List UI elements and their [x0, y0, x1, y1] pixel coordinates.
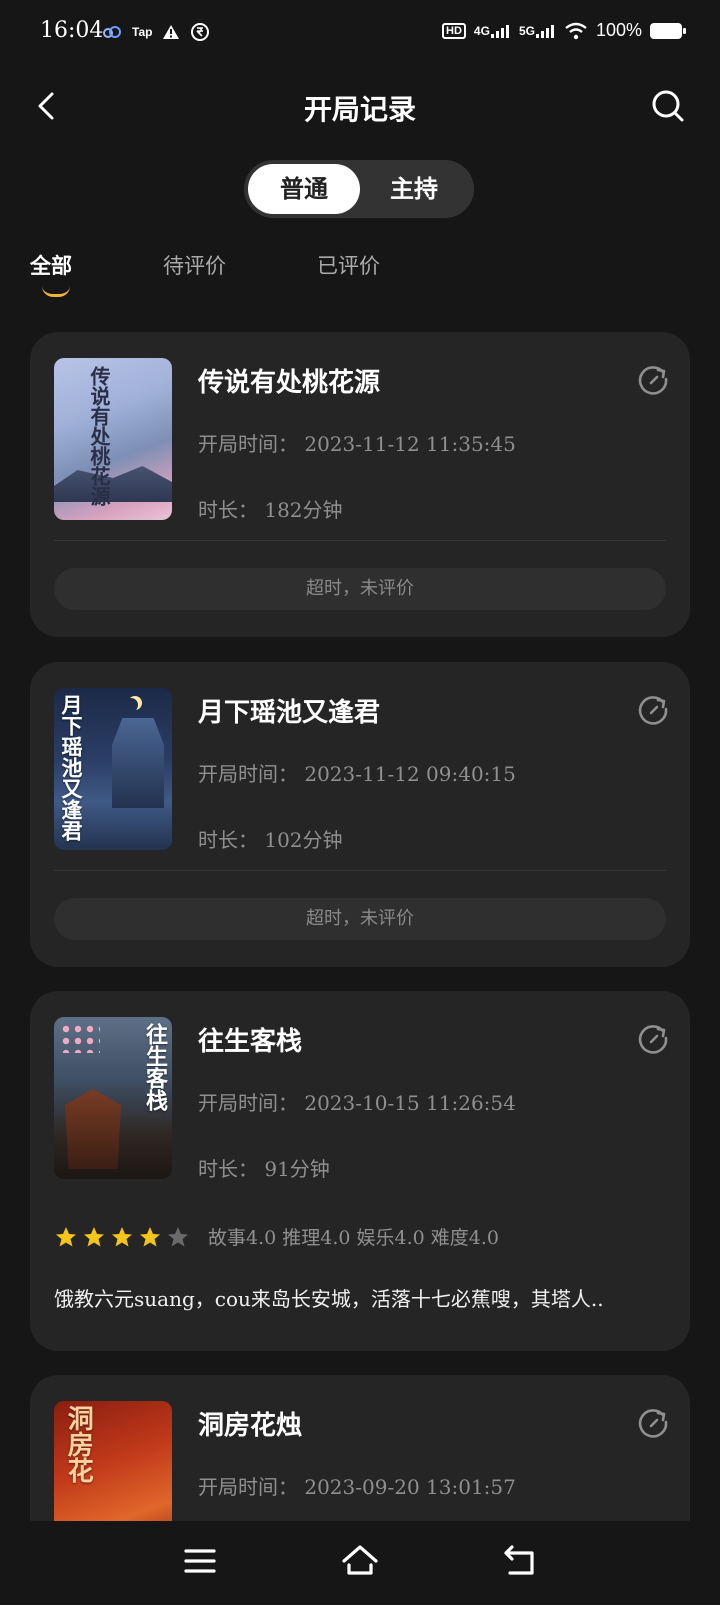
divider	[54, 870, 666, 871]
start-time-value: 2023-11-12 11:35:45	[304, 432, 516, 456]
start-time-row: 开局时间： 2023-11-12 11:35:45	[198, 428, 516, 457]
status-bar: 16:04 Tap HD 4G 5G 100%	[0, 0, 720, 64]
start-time-row: 开局时间： 2023-10-15 11:26:54	[198, 1087, 516, 1116]
replay-icon[interactable]	[636, 692, 670, 726]
cover-image: 往生客栈	[54, 1017, 172, 1179]
replay-icon[interactable]	[636, 1405, 670, 1439]
cover-image: 传说有处桃花源	[54, 358, 172, 520]
back-icon[interactable]	[500, 1541, 540, 1581]
start-time-value: 2023-11-12 09:40:15	[304, 762, 516, 786]
record-title: 月下瑶池又逢君	[198, 698, 381, 728]
filter-tabs: 全部 待评价 已评价	[0, 250, 720, 300]
start-time-row: 开局时间： 2023-09-20 13:01:57	[198, 1471, 516, 1500]
start-time-label: 开局时间：	[198, 1475, 298, 1499]
duration-value: 91分钟	[264, 1157, 330, 1181]
start-time-value: 2023-10-15 11:26:54	[304, 1091, 516, 1115]
tab-reviewed[interactable]: 已评价	[317, 250, 380, 280]
star-filled-icon	[112, 1226, 132, 1246]
star-filled-icon	[56, 1226, 76, 1246]
tap-icon: Tap	[132, 25, 153, 39]
status-right-icons: HD 4G 5G 100%	[442, 20, 686, 41]
cloud-icon	[102, 25, 122, 39]
replay-icon[interactable]	[636, 1021, 670, 1055]
divider	[54, 540, 666, 541]
cover-title: 往生客栈	[142, 1023, 168, 1111]
replay-icon[interactable]	[636, 362, 670, 396]
search-icon[interactable]	[648, 86, 688, 126]
rating-scores: 故事4.0 推理4.0 娱乐4.0 难度4.0	[208, 1227, 499, 1249]
record-card[interactable]: 月下瑶池又逢君 月下瑶池又逢君 开局时间： 2023-11-12 09:40:1…	[30, 662, 690, 967]
start-time-label: 开局时间：	[198, 1091, 298, 1115]
home-icon[interactable]	[340, 1541, 380, 1581]
cover-title: 洞房花	[63, 1405, 94, 1483]
record-title: 传说有处桃花源	[198, 368, 381, 398]
record-title: 往生客栈	[198, 1027, 303, 1057]
cover-image: 月下瑶池又逢君	[54, 688, 172, 850]
record-card[interactable]: 传说有处桃花源 传说有处桃花源 开局时间： 2023-11-12 11:35:4…	[30, 332, 690, 637]
status-badge: 超时，未评价	[54, 568, 666, 610]
star-empty-icon	[168, 1226, 188, 1246]
battery-percent: 100%	[595, 20, 642, 40]
record-title: 洞房花烛	[198, 1411, 303, 1441]
tab-pending-review[interactable]: 待评价	[163, 250, 226, 280]
tab-all-label: 全部	[30, 253, 72, 278]
wifi-icon	[564, 22, 588, 40]
battery-icon	[650, 22, 686, 39]
signal-4g-icon: 4G	[474, 24, 511, 38]
duration-row: 时长： 102分钟	[198, 824, 343, 853]
rating-row: 故事4.0 推理4.0 娱乐4.0 难度4.0	[54, 1223, 499, 1250]
segment-normal[interactable]: 普通	[248, 164, 360, 214]
cover-title: 传说有处桃花源	[87, 366, 111, 506]
hd-icon: HD	[442, 22, 466, 39]
menu-icon[interactable]	[180, 1541, 220, 1581]
warning-icon	[162, 24, 180, 40]
rupee-icon	[190, 22, 210, 42]
mode-segment-control: 普通 主持	[244, 160, 474, 218]
page-title: 开局记录	[303, 93, 416, 126]
start-time-value: 2023-09-20 13:01:57	[304, 1475, 516, 1499]
tab-active-indicator	[42, 286, 70, 297]
tab-all[interactable]: 全部	[30, 250, 72, 297]
record-card[interactable]: 往生客栈 往生客栈 开局时间： 2023-10-15 11:26:54 时长： …	[30, 991, 690, 1351]
duration-value: 182分钟	[264, 498, 343, 522]
status-left-icons: Tap	[102, 22, 210, 42]
duration-label: 时长：	[198, 1157, 258, 1181]
cover-title: 月下瑶池又逢君	[59, 694, 85, 841]
start-time-row: 开局时间： 2023-11-12 09:40:15	[198, 758, 516, 787]
duration-value: 102分钟	[264, 828, 343, 852]
star-filled-icon	[140, 1226, 160, 1246]
review-text: 饿教六元suang，cou来岛长安城，活落十七必蕉嗖，其塔人..	[54, 1287, 604, 1311]
header: 开局记录	[0, 70, 720, 140]
duration-label: 时长：	[198, 828, 258, 852]
start-time-label: 开局时间：	[198, 762, 298, 786]
moon-icon	[124, 698, 138, 712]
system-nav-bar	[0, 1521, 720, 1605]
star-filled-icon	[84, 1226, 104, 1246]
status-time: 16:04	[40, 18, 104, 43]
blossom-decor	[60, 1023, 100, 1053]
segment-host[interactable]: 主持	[358, 164, 470, 214]
duration-row: 时长： 91分钟	[198, 1153, 330, 1182]
start-time-label: 开局时间：	[198, 432, 298, 456]
status-badge: 超时，未评价	[54, 898, 666, 940]
duration-label: 时长：	[198, 498, 258, 522]
duration-row: 时长： 182分钟	[198, 494, 343, 523]
signal-5g-icon: 5G	[519, 24, 556, 38]
